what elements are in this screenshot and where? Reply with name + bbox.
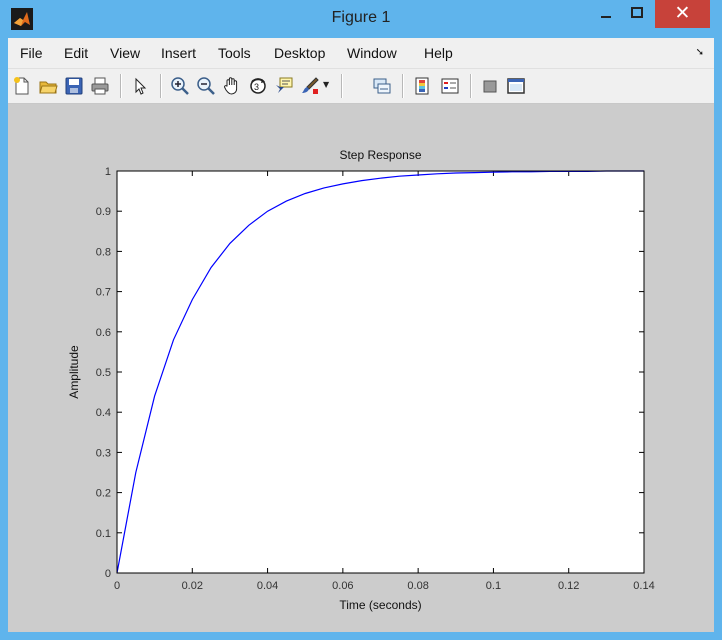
x-tick-label: 0.06 (332, 580, 353, 592)
open-file-icon[interactable] (38, 76, 58, 96)
menu-edit[interactable]: Edit (64, 45, 88, 61)
brush-icon[interactable] (300, 76, 320, 96)
brush-dropdown-icon[interactable]: ▼ (323, 80, 329, 89)
figure-toolbar: 3 ▼ (8, 69, 714, 104)
step-response-plot[interactable]: 0 0.02 0.04 0.06 0.08 0.1 0.12 0.14 0 0.1 0.2 0.3 0… (8, 104, 714, 632)
print-icon[interactable] (90, 76, 110, 96)
x-tick-label: 0.02 (182, 580, 203, 592)
x-axis-label: Time (seconds) (339, 598, 421, 612)
toolbar-separator (341, 74, 343, 98)
close-icon: ✕ (674, 2, 691, 24)
hide-plot-tools-icon[interactable] (480, 76, 500, 96)
figure-window: Figure 1 ✕ File Edit View Insert Tools D… (0, 0, 722, 640)
menu-help[interactable]: Help (424, 45, 453, 61)
y-tick-label: 0 (105, 568, 111, 580)
minimize-icon (601, 16, 611, 18)
x-tick-label: 0.1 (486, 580, 501, 592)
toolbar-separator (470, 74, 472, 98)
y-tick-label: 0.1 (96, 528, 111, 540)
title-bar[interactable]: Figure 1 ✕ (0, 0, 722, 38)
save-icon[interactable] (64, 76, 84, 96)
y-tick-label: 0.3 (96, 447, 111, 459)
dock-figure-icon[interactable]: ➘ (696, 47, 704, 58)
menu-file[interactable]: File (20, 45, 43, 61)
menu-window[interactable]: Window (347, 45, 397, 61)
toolbar-separator (120, 74, 122, 98)
zoom-out-icon[interactable] (196, 76, 216, 96)
pan-hand-icon[interactable] (222, 76, 242, 96)
menu-desktop[interactable]: Desktop (274, 45, 325, 61)
x-tick-label: 0.14 (633, 580, 654, 592)
chart-title: Step Response (339, 148, 421, 162)
svg-text:3: 3 (254, 82, 259, 92)
data-cursor-icon[interactable] (274, 76, 294, 96)
close-button[interactable]: ✕ (655, 0, 710, 28)
x-tick-label: 0.04 (257, 580, 278, 592)
y-tick-label: 0.6 (96, 327, 111, 339)
x-tick-label: 0.12 (558, 580, 579, 592)
new-figure-icon[interactable] (12, 76, 32, 96)
show-plot-tools-icon[interactable] (506, 76, 526, 96)
minimize-button[interactable] (591, 0, 621, 28)
link-plot-icon[interactable] (372, 76, 392, 96)
y-tick-label: 0.9 (96, 206, 111, 218)
menu-view[interactable]: View (110, 45, 140, 61)
y-tick-label: 0.4 (96, 407, 111, 419)
y-axis-label: Amplitude (67, 345, 81, 399)
toolbar-separator (160, 74, 162, 98)
menu-bar: File Edit View Insert Tools Desktop Wind… (8, 38, 714, 69)
x-tick-label: 0 (114, 580, 120, 592)
axes-background (117, 171, 644, 573)
rotate-3d-icon[interactable]: 3 (248, 76, 268, 96)
edit-plot-arrow-icon[interactable] (130, 76, 150, 96)
maximize-icon (631, 7, 643, 18)
y-tick-label: 0.8 (96, 246, 111, 258)
figure-canvas[interactable]: 0 0.02 0.04 0.06 0.08 0.1 0.12 0.14 0 0.1 0.2 0.3 0… (8, 104, 714, 632)
menu-insert[interactable]: Insert (161, 45, 196, 61)
insert-legend-icon[interactable] (440, 76, 460, 96)
insert-colorbar-icon[interactable] (412, 76, 432, 96)
y-tick-label: 0.2 (96, 488, 111, 500)
y-tick-label: 0.7 (96, 287, 111, 299)
toolbar-separator (402, 74, 404, 98)
menu-tools[interactable]: Tools (218, 45, 251, 61)
zoom-in-icon[interactable] (170, 76, 190, 96)
y-tick-label: 1 (105, 166, 111, 178)
x-tick-label: 0.08 (407, 580, 428, 592)
maximize-button[interactable] (622, 0, 652, 28)
y-tick-label: 0.5 (96, 367, 111, 379)
